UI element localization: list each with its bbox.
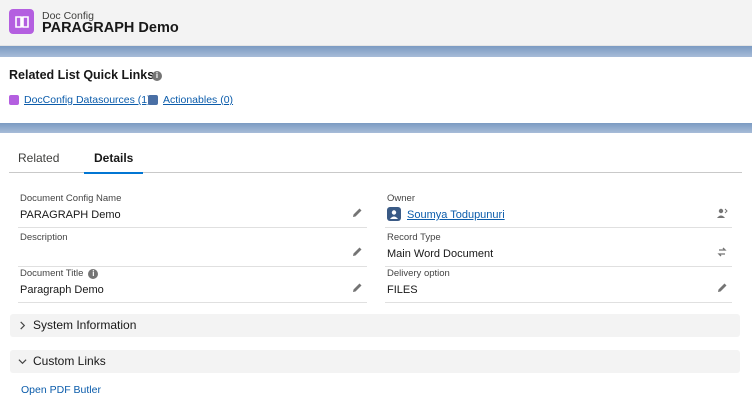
chevron-right-icon xyxy=(20,321,26,330)
change-record-type-icon[interactable] xyxy=(716,246,728,258)
related-list-quick-links: Related List Quick Links i DocConfig Dat… xyxy=(0,57,752,123)
record-title: PARAGRAPH Demo xyxy=(42,20,179,36)
field-label: Owner xyxy=(387,193,415,204)
field-document-config-name: Document Config Name PARAGRAPH Demo xyxy=(18,192,367,228)
quick-link-docconfig-datasources[interactable]: DocConfig Datasources (1) xyxy=(9,94,151,106)
info-icon[interactable]: i xyxy=(88,268,99,279)
section-label: System Information xyxy=(33,318,137,332)
decorative-band-bottom xyxy=(0,123,752,133)
open-pdf-butler-link[interactable]: Open PDF Butler xyxy=(21,384,101,396)
field-value: PARAGRAPH Demo xyxy=(20,209,121,221)
record-detail-panel: Related Details Document Config Name PAR… xyxy=(0,133,752,404)
change-owner-icon[interactable] xyxy=(716,207,728,219)
field-value: Main Word Document xyxy=(387,248,494,260)
datasources-icon xyxy=(9,95,19,105)
quick-link-label: DocConfig Datasources (1) xyxy=(24,94,151,106)
quick-links-title: Related List Quick Links xyxy=(9,68,155,82)
section-system-information[interactable]: System Information xyxy=(10,314,740,337)
actionables-icon xyxy=(148,95,158,105)
tab-details[interactable]: Details xyxy=(84,151,144,174)
field-value: FILES xyxy=(387,284,418,296)
info-icon[interactable]: i xyxy=(152,71,162,81)
field-record-type: Record Type Main Word Document xyxy=(385,231,732,267)
field-document-title: Document Title i Paragraph Demo xyxy=(18,267,367,303)
tab-related[interactable]: Related xyxy=(18,151,59,172)
pencil-icon[interactable] xyxy=(716,282,728,294)
doc-config-app-icon xyxy=(9,9,34,34)
owner-link[interactable]: Soumya Todupunuri xyxy=(407,209,505,221)
pencil-icon[interactable] xyxy=(351,246,363,258)
field-owner: Owner Soumya Todupunuri xyxy=(385,192,732,228)
field-label: Document Title i xyxy=(20,268,99,279)
field-label: Delivery option xyxy=(387,268,450,279)
field-delivery-option: Delivery option FILES xyxy=(385,267,732,303)
field-label: Record Type xyxy=(387,232,441,243)
field-value: Paragraph Demo xyxy=(20,284,104,296)
section-label: Custom Links xyxy=(33,354,106,368)
quick-link-actionables[interactable]: Actionables (0) xyxy=(148,94,233,106)
quick-link-label: Actionables (0) xyxy=(163,94,234,106)
user-avatar-icon xyxy=(387,207,401,221)
field-description: Description xyxy=(18,231,367,267)
tab-bar: Related Details xyxy=(9,146,742,174)
pencil-icon[interactable] xyxy=(351,282,363,294)
section-custom-links[interactable]: Custom Links xyxy=(10,350,740,373)
chevron-down-icon xyxy=(18,359,27,365)
field-label: Document Config Name xyxy=(20,193,122,204)
decorative-band-top xyxy=(0,46,752,57)
field-label: Description xyxy=(20,232,68,243)
page-header: Doc Config PARAGRAPH Demo xyxy=(0,0,752,46)
pencil-icon[interactable] xyxy=(351,207,363,219)
